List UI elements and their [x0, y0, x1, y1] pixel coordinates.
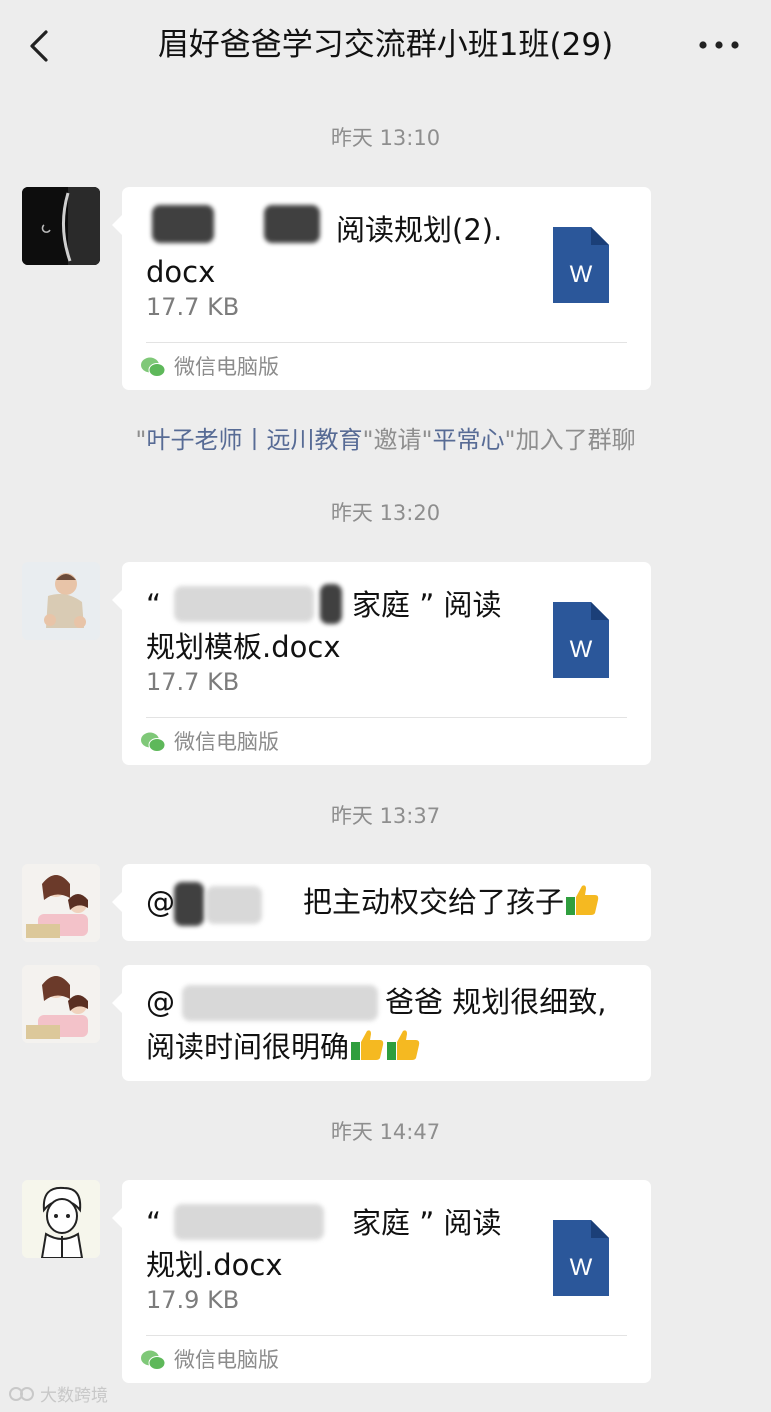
moon-avatar[interactable]: [22, 187, 100, 265]
file-size: 17.7 KB: [146, 668, 240, 696]
file-message[interactable]: “ 家庭 ” 阅读 规划.docx 17.9 KB W 微信电脑版: [112, 1180, 651, 1383]
mother-child-avatar[interactable]: [22, 965, 100, 1043]
file-source: 微信电脑版: [140, 352, 279, 382]
source-label: 微信电脑版: [174, 355, 279, 379]
baby-avatar[interactable]: [22, 562, 100, 640]
redaction-mark: [264, 205, 320, 243]
timestamp: 昨天 13:20: [330, 501, 441, 525]
redaction-mark: [174, 882, 204, 926]
inviter-link[interactable]: 叶子老师丨远川教育: [146, 426, 362, 454]
source-label: 微信电脑版: [174, 1348, 279, 1372]
notice-text: "加入了群聊: [504, 426, 636, 454]
notice-text: "邀请": [362, 426, 433, 454]
wechat-icon: [141, 357, 166, 377]
file-size: 17.9 KB: [146, 1286, 240, 1314]
mention-at: @: [146, 885, 175, 919]
svg-text:W: W: [570, 636, 593, 663]
file-name-line1: 家庭 ” 阅读: [352, 588, 502, 622]
file-name-line2: 规划.docx: [146, 1248, 283, 1282]
timestamp: 昨天 13:37: [330, 804, 441, 828]
file-name-line1: 家庭 ” 阅读: [352, 1206, 502, 1240]
chat-title: 眉好爸爸学习交流群小班1班(29): [157, 27, 614, 63]
redaction-mark: [182, 985, 378, 1021]
system-notice: "叶子老师丨远川教育"邀请"平常心"加入了群聊: [0, 423, 771, 457]
text-message[interactable]: @ 把主动权交给了孩子: [112, 864, 651, 941]
file-message[interactable]: 阅读规划(2). docx 17.7 KB W 微信电脑版: [112, 187, 651, 390]
mother-child-avatar[interactable]: [22, 864, 100, 942]
word-doc-icon: W: [553, 1220, 609, 1296]
file-size: 17.7 KB: [146, 293, 240, 321]
thumbs-up-icon: [566, 885, 599, 915]
svg-text:W: W: [570, 1254, 593, 1281]
redaction-mark: [174, 586, 314, 622]
redaction-mark: [174, 1204, 324, 1240]
timestamp: 昨天 14:47: [330, 1120, 441, 1144]
watermark-logo-icon: [9, 1386, 34, 1401]
chat-header: 眉好爸爸学习交流群小班1班(29): [0, 0, 771, 92]
message-line2: 阅读时间很明确: [146, 1030, 350, 1064]
watermark: 大数跨境: [8, 1381, 108, 1406]
file-name-line1: 阅读规划(2).: [336, 213, 503, 247]
timestamp: 昨天 13:10: [330, 126, 441, 150]
file-name-line2: docx: [146, 255, 216, 289]
message-body: 把主动权交给了孩子: [303, 885, 565, 919]
mention-at: @: [146, 985, 175, 1019]
cartoon-boy-avatar[interactable]: [22, 1180, 100, 1258]
quote-mark: ": [135, 426, 147, 454]
word-doc-icon: W: [553, 227, 609, 303]
redaction-mark: [320, 584, 342, 624]
wechat-icon: [141, 1350, 166, 1370]
file-source: 微信电脑版: [140, 1345, 279, 1375]
thumbs-up-icon: [387, 1030, 420, 1060]
message-line1: 爸爸 规划很细致,: [385, 985, 607, 1019]
file-message[interactable]: “ 家庭 ” 阅读 规划模板.docx 17.7 KB W 微信电脑版: [112, 562, 651, 765]
divider: [146, 1335, 627, 1336]
source-label: 微信电脑版: [174, 730, 279, 754]
wechat-icon: [141, 732, 166, 752]
more-dots-icon[interactable]: [697, 30, 741, 60]
divider: [146, 342, 627, 343]
svg-text:W: W: [570, 261, 593, 288]
watermark-text: 大数跨境: [40, 1386, 108, 1406]
redaction-mark: [206, 886, 262, 924]
invitee-link[interactable]: 平常心: [433, 426, 505, 454]
divider: [146, 717, 627, 718]
word-doc-icon: W: [553, 602, 609, 678]
text-message[interactable]: @ 爸爸 规划很细致, 阅读时间很明确: [112, 965, 651, 1081]
file-source: 微信电脑版: [140, 727, 279, 757]
chevron-left-icon[interactable]: [22, 26, 58, 66]
file-name-line2: 规划模板.docx: [146, 630, 341, 664]
chat-screen: 眉好爸爸学习交流群小班1班(29) 昨天 13:10 阅读规划(2). docx…: [0, 0, 771, 1412]
redaction-mark: [152, 205, 214, 243]
thumbs-up-icon: [351, 1030, 384, 1060]
